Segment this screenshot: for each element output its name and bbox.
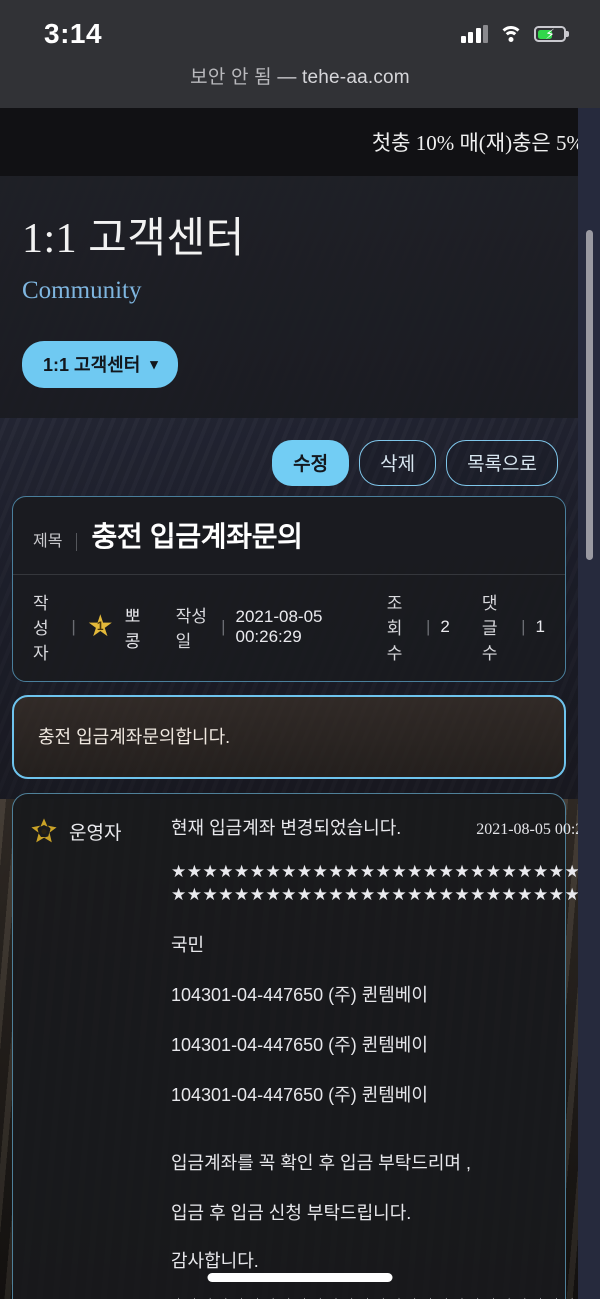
stars-divider-bottom: ★★★★★★★★★★★★★★★★★★★★★★★★★★★★ ★★★★★★★★★★★… <box>171 1294 600 1299</box>
comment-body: 현재 입금계좌 변경되었습니다. 2021-08-05 00:26:42 ★★★… <box>171 814 600 1299</box>
url-domain: tehe-aa.com <box>302 67 410 88</box>
author-label: 작성자 <box>33 594 49 663</box>
post-meta-row: 작성자 | ★ 1 뽀콩 작성일 | 2021-08-05 00:26:29 조… <box>13 575 565 681</box>
page-scrollbar-thumb[interactable] <box>586 230 593 560</box>
post-body-text: 충전 입금계좌문의합니다. <box>38 727 231 747</box>
admin-pinwheel-icon <box>29 816 59 846</box>
cellular-signal-icon <box>460 25 488 43</box>
board-container: 수정 삭제 목록으로 제목 충전 입금계좌문의 작성자 | ★ 1 뽀콩 작성일… <box>0 418 600 1299</box>
post-title-label: 제목 <box>33 533 78 551</box>
account-line: 104301-04-447650 (주) 퀸템베이 <box>171 984 428 1005</box>
delete-button[interactable]: 삭제 <box>359 440 437 486</box>
bank-name: 국민 <box>171 934 205 955</box>
account-line: 104301-04-447650 (주) 퀸템베이 <box>171 1034 428 1055</box>
post-title-row: 제목 충전 입금계좌문의 <box>13 497 565 575</box>
meta-divider: | <box>71 616 76 636</box>
comment-author: 운영자 <box>29 814 159 846</box>
post-header-panel: 제목 충전 입금계좌문의 작성자 | ★ 1 뽀콩 작성일 | 2021-08-… <box>12 496 566 682</box>
comment-panel: 운영자 현재 입금계좌 변경되었습니다. 2021-08-05 00:26:42… <box>12 793 600 1299</box>
board-category-label: 1:1 고객센터 <box>43 355 141 375</box>
notice-line: 입금계좌를 꼭 확인 후 입금 부탁드리며 , <box>171 1152 471 1173</box>
post-date: 2021-08-05 00:26:29 <box>235 606 323 646</box>
meta-date: 작성일 | 2021-08-05 00:26:29 <box>176 602 355 652</box>
status-icon-group: ⚡ <box>460 25 566 43</box>
date-label: 작성일 <box>175 606 207 651</box>
page-scrollbar-track[interactable] <box>578 108 600 1299</box>
stars-divider-top: ★★★★★★★★★★★★★★★★★★★★★★★★★★★★ ★★★★★★★★★★★… <box>171 861 600 907</box>
web-page-viewport: 첫충 10% 매(재)충은 5% 1:1 고객센터 Community 1:1 … <box>0 108 600 1299</box>
comments-label: 댓글수 <box>481 594 498 663</box>
views-label: 조회수 <box>386 594 403 663</box>
meta-comments: 댓글수 | 1 <box>482 589 545 664</box>
comment-author-name: 운영자 <box>69 822 122 844</box>
ios-status-bar: 3:14 ⚡ <box>0 0 600 60</box>
stars-row: ★★★★★★★★★★★★★★★★★★★★★★★★★★★★ <box>171 884 600 904</box>
post-title: 충전 입금계좌문의 <box>91 521 303 552</box>
charging-bolt-icon: ⚡ <box>545 26 555 42</box>
page-subtitle: Community <box>22 277 142 304</box>
meta-divider: | <box>521 616 526 636</box>
phone-screen: 3:14 ⚡ 보안 안 됨 — tehe-aa.com 첫충 10% 매(재)충… <box>0 0 600 1299</box>
notice-line: 감사합니다. <box>171 1250 259 1271</box>
user-level-number: 1 <box>96 619 104 633</box>
stars-row: ★★★★★★★★★★★★★★★★★★★★★★★★★★★★ <box>171 862 600 881</box>
meta-author: 작성자 | ★ 1 뽀콩 <box>33 589 144 664</box>
promo-banner-text: 첫충 10% 매(재)충은 5% <box>371 131 578 155</box>
page-header: 1:1 고객센터 Community 1:1 고객센터 ▾ <box>0 176 578 418</box>
battery-charging-icon: ⚡ <box>534 26 566 42</box>
comment-header: 운영자 현재 입금계좌 변경되었습니다. 2021-08-05 00:26:42… <box>29 814 600 1299</box>
status-time: 3:14 <box>44 18 103 49</box>
home-indicator[interactable] <box>207 1273 393 1282</box>
browser-url-bar[interactable]: 보안 안 됨 — tehe-aa.com <box>0 60 600 108</box>
stars-row: ★★★★★★★★★★★★★★★★★★★★★★★★★★★★ <box>171 1294 600 1299</box>
post-body-panel: 충전 입금계좌문의합니다. <box>12 695 566 779</box>
meta-views: 조회수 | 2 <box>387 589 450 664</box>
comments-count: 1 <box>535 616 546 636</box>
promo-banner[interactable]: 첫충 10% 매(재)충은 5% <box>0 108 578 176</box>
notice-line: 입금 후 입금 신청 부탁드립니다. <box>171 1202 412 1223</box>
views-count: 2 <box>440 616 450 636</box>
page-content: 첫충 10% 매(재)충은 5% 1:1 고객센터 Community 1:1 … <box>0 108 600 1299</box>
comment-first-line: 현재 입금계좌 변경되었습니다. 2021-08-05 00:26:42 <box>171 814 600 840</box>
page-title: 1:1 고객센터 <box>22 216 245 262</box>
user-level-star-icon: ★ 1 <box>86 612 115 642</box>
url-separator: — <box>277 67 297 88</box>
account-line: 104301-04-447650 (주) 퀸템베이 <box>171 1084 428 1105</box>
back-to-list-button[interactable]: 목록으로 <box>446 440 558 486</box>
insecure-label: 보안 안 됨 <box>190 67 272 88</box>
wifi-icon <box>499 25 523 43</box>
meta-divider: | <box>425 616 431 636</box>
chevron-down-icon: ▾ <box>150 355 158 373</box>
comment-lead-text: 현재 입금계좌 변경되었습니다. <box>171 818 402 838</box>
edit-button[interactable]: 수정 <box>272 440 350 486</box>
meta-divider: | <box>221 616 226 636</box>
board-category-dropdown[interactable]: 1:1 고객센터 ▾ <box>22 341 178 388</box>
author-name: 뽀콩 <box>124 606 141 651</box>
url-text[interactable]: 보안 안 됨 — tehe-aa.com <box>190 62 410 89</box>
top-action-bar: 수정 삭제 목록으로 <box>12 434 566 496</box>
